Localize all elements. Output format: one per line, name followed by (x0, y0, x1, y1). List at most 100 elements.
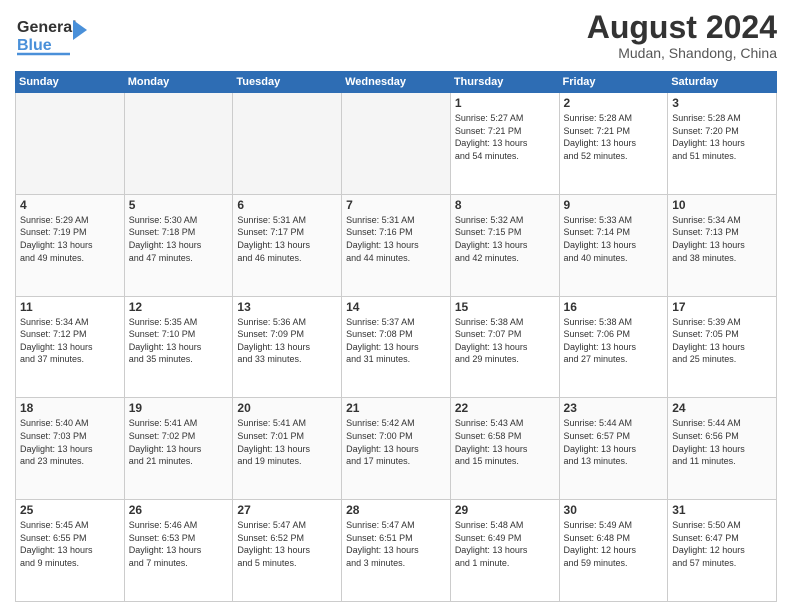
logo: General Blue (15, 10, 90, 65)
day-number: 4 (20, 198, 120, 212)
day-info: Sunrise: 5:38 AMSunset: 7:07 PMDaylight:… (455, 316, 555, 366)
day-number: 30 (564, 503, 664, 517)
table-row: 24Sunrise: 5:44 AMSunset: 6:56 PMDayligh… (668, 398, 777, 500)
table-row: 18 Sunrise: 5:40 AMSunset: 7:03 PMDayligh… (16, 398, 125, 500)
day-info: Sunrise: 5:39 AMSunset: 7:05 PMDaylight:… (672, 316, 772, 366)
table-row: 31Sunrise: 5:50 AMSunset: 6:47 PMDayligh… (668, 500, 777, 602)
table-row (124, 93, 233, 195)
calendar-header-row: Sunday Monday Tuesday Wednesday Thursday… (16, 72, 777, 93)
day-number: 8 (455, 198, 555, 212)
day-number: 22 (455, 401, 555, 415)
table-row: 20 Sunrise: 5:41 AMSunset: 7:01 PMDayligh… (233, 398, 342, 500)
day-info: Sunrise: 5:41 AMSunset: 7:01 PMDaylight:… (237, 417, 337, 467)
table-row: 17Sunrise: 5:39 AMSunset: 7:05 PMDayligh… (668, 296, 777, 398)
table-row: 5 Sunrise: 5:30 AMSunset: 7:18 PMDaylight… (124, 194, 233, 296)
day-info: Sunrise: 5:34 AMSunset: 7:12 PMDaylight:… (20, 316, 120, 366)
day-info: Sunrise: 5:30 AMSunset: 7:18 PMDaylight:… (129, 214, 229, 264)
table-row: 19 Sunrise: 5:41 AMSunset: 7:02 PMDayligh… (124, 398, 233, 500)
table-row: 10Sunrise: 5:34 AMSunset: 7:13 PMDayligh… (668, 194, 777, 296)
day-number: 6 (237, 198, 337, 212)
day-info: Sunrise: 5:48 AMSunset: 6:49 PMDaylight:… (455, 519, 555, 569)
table-row (16, 93, 125, 195)
day-info: Sunrise: 5:28 AMSunset: 7:20 PMDaylight:… (672, 112, 772, 162)
table-row: 13 Sunrise: 5:36 AMSunset: 7:09 PMDayligh… (233, 296, 342, 398)
page-subtitle: Mudan, Shandong, China (587, 45, 777, 61)
day-number: 2 (564, 96, 664, 110)
day-info: Sunrise: 5:32 AMSunset: 7:15 PMDaylight:… (455, 214, 555, 264)
day-info: Sunrise: 5:42 AMSunset: 7:00 PMDaylight:… (346, 417, 446, 467)
calendar-week-4: 18 Sunrise: 5:40 AMSunset: 7:03 PMDayligh… (16, 398, 777, 500)
day-number: 20 (237, 401, 337, 415)
day-number: 27 (237, 503, 337, 517)
col-saturday: Saturday (668, 72, 777, 93)
calendar-week-3: 11Sunrise: 5:34 AMSunset: 7:12 PMDayligh… (16, 296, 777, 398)
day-info: Sunrise: 5:44 AMSunset: 6:57 PMDaylight:… (564, 417, 664, 467)
day-info: Sunrise: 5:46 AMSunset: 6:53 PMDaylight:… (129, 519, 229, 569)
day-number: 7 (346, 198, 446, 212)
table-row (233, 93, 342, 195)
table-row: 3 Sunrise: 5:28 AMSunset: 7:20 PMDaylight… (668, 93, 777, 195)
day-number: 13 (237, 300, 337, 314)
day-number: 25 (20, 503, 120, 517)
day-info: Sunrise: 5:27 AMSunset: 7:21 PMDaylight:… (455, 112, 555, 162)
day-info: Sunrise: 5:31 AMSunset: 7:16 PMDaylight:… (346, 214, 446, 264)
day-number: 19 (129, 401, 229, 415)
title-area: August 2024 Mudan, Shandong, China (587, 10, 777, 61)
table-row (342, 93, 451, 195)
page-title: August 2024 (587, 10, 777, 45)
table-row: 2Sunrise: 5:28 AMSunset: 7:21 PMDaylight… (559, 93, 668, 195)
day-info: Sunrise: 5:43 AMSunset: 6:58 PMDaylight:… (455, 417, 555, 467)
day-info: Sunrise: 5:38 AMSunset: 7:06 PMDaylight:… (564, 316, 664, 366)
day-number: 18 (20, 401, 120, 415)
svg-text:General: General (17, 19, 77, 36)
table-row: 30Sunrise: 5:49 AMSunset: 6:48 PMDayligh… (559, 500, 668, 602)
logo-svg: General Blue (15, 10, 90, 65)
day-info: Sunrise: 5:31 AMSunset: 7:17 PMDaylight:… (237, 214, 337, 264)
table-row: 14 Sunrise: 5:37 AMSunset: 7:08 PMDayligh… (342, 296, 451, 398)
day-number: 21 (346, 401, 446, 415)
day-info: Sunrise: 5:37 AMSunset: 7:08 PMDaylight:… (346, 316, 446, 366)
day-number: 3 (672, 96, 772, 110)
day-number: 9 (564, 198, 664, 212)
col-sunday: Sunday (16, 72, 125, 93)
table-row: 28 Sunrise: 5:47 AMSunset: 6:51 PMDayligh… (342, 500, 451, 602)
table-row: 12 Sunrise: 5:35 AMSunset: 7:10 PMDayligh… (124, 296, 233, 398)
table-row: 21 Sunrise: 5:42 AMSunset: 7:00 PMDayligh… (342, 398, 451, 500)
day-info: Sunrise: 5:47 AMSunset: 6:51 PMDaylight:… (346, 519, 446, 569)
day-info: Sunrise: 5:44 AMSunset: 6:56 PMDaylight:… (672, 417, 772, 467)
table-row: 15Sunrise: 5:38 AMSunset: 7:07 PMDayligh… (450, 296, 559, 398)
day-info: Sunrise: 5:47 AMSunset: 6:52 PMDaylight:… (237, 519, 337, 569)
table-row: 26Sunrise: 5:46 AMSunset: 6:53 PMDayligh… (124, 500, 233, 602)
day-info: Sunrise: 5:29 AMSunset: 7:19 PMDaylight:… (20, 214, 120, 264)
col-friday: Friday (559, 72, 668, 93)
page: General Blue August 2024 Mudan, Shandong… (0, 0, 792, 612)
day-number: 29 (455, 503, 555, 517)
table-row: 7 Sunrise: 5:31 AMSunset: 7:16 PMDaylight… (342, 194, 451, 296)
day-number: 31 (672, 503, 772, 517)
table-row: 11Sunrise: 5:34 AMSunset: 7:12 PMDayligh… (16, 296, 125, 398)
day-number: 23 (564, 401, 664, 415)
table-row: 1Sunrise: 5:27 AMSunset: 7:21 PMDaylight… (450, 93, 559, 195)
table-row: 22 Sunrise: 5:43 AMSunset: 6:58 PMDayligh… (450, 398, 559, 500)
day-info: Sunrise: 5:40 AMSunset: 7:03 PMDaylight:… (20, 417, 120, 467)
col-wednesday: Wednesday (342, 72, 451, 93)
day-number: 28 (346, 503, 446, 517)
day-number: 16 (564, 300, 664, 314)
calendar-table: Sunday Monday Tuesday Wednesday Thursday… (15, 71, 777, 602)
calendar-week-2: 4 Sunrise: 5:29 AMSunset: 7:19 PMDaylight… (16, 194, 777, 296)
day-number: 12 (129, 300, 229, 314)
day-number: 10 (672, 198, 772, 212)
table-row: 27 Sunrise: 5:47 AMSunset: 6:52 PMDayligh… (233, 500, 342, 602)
table-row: 16 Sunrise: 5:38 AMSunset: 7:06 PMDayligh… (559, 296, 668, 398)
day-number: 14 (346, 300, 446, 314)
calendar-week-1: 1Sunrise: 5:27 AMSunset: 7:21 PMDaylight… (16, 93, 777, 195)
day-info: Sunrise: 5:36 AMSunset: 7:09 PMDaylight:… (237, 316, 337, 366)
svg-text:Blue: Blue (17, 37, 52, 54)
day-info: Sunrise: 5:35 AMSunset: 7:10 PMDaylight:… (129, 316, 229, 366)
table-row: 8 Sunrise: 5:32 AMSunset: 7:15 PMDaylight… (450, 194, 559, 296)
col-tuesday: Tuesday (233, 72, 342, 93)
day-info: Sunrise: 5:41 AMSunset: 7:02 PMDaylight:… (129, 417, 229, 467)
day-number: 5 (129, 198, 229, 212)
table-row: 4 Sunrise: 5:29 AMSunset: 7:19 PMDaylight… (16, 194, 125, 296)
table-row: 25Sunrise: 5:45 AMSunset: 6:55 PMDayligh… (16, 500, 125, 602)
